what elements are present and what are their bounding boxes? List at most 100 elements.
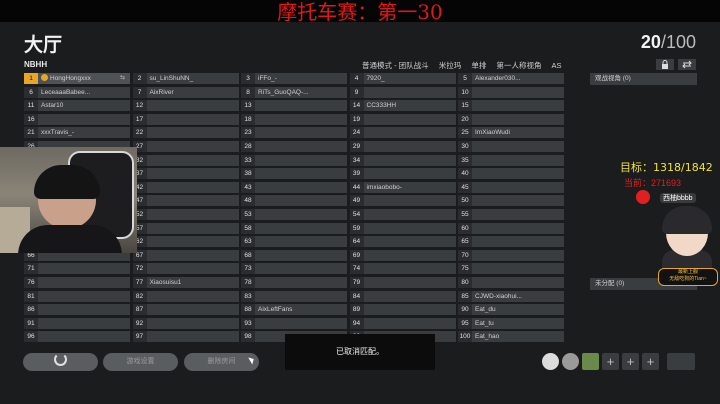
player-slot[interactable]: 4 7920_	[349, 73, 456, 84]
player-slot[interactable]: 29	[349, 141, 456, 152]
player-slot[interactable]: 87	[132, 304, 239, 316]
player-slot[interactable]: 83	[241, 290, 347, 302]
player-slot[interactable]: 49	[349, 195, 456, 207]
mute-icon[interactable]	[562, 353, 579, 370]
player-slot[interactable]: 35	[458, 154, 564, 166]
player-slot[interactable]: 70	[458, 249, 564, 261]
delete-lobby-button[interactable]: 删除房间	[184, 353, 259, 371]
player-slot[interactable]: 73	[241, 263, 347, 275]
player-slot[interactable]: 67	[132, 249, 239, 261]
player-slot[interactable]: 17	[132, 113, 239, 125]
player-slot[interactable]: 58	[241, 222, 347, 234]
player-slot[interactable]: 11 Astar10	[24, 100, 130, 112]
player-slot[interactable]: 81	[24, 290, 130, 302]
player-slot[interactable]: 42	[132, 181, 239, 193]
player-slot[interactable]: 33	[241, 154, 347, 166]
player-slot[interactable]: 90 Eat_du	[458, 304, 564, 316]
player-slot[interactable]: 28	[241, 141, 347, 152]
player-slot[interactable]: 74	[349, 263, 456, 275]
player-slot[interactable]: 59	[349, 222, 456, 234]
player-slot[interactable]: 91	[24, 317, 130, 329]
player-avatar[interactable]	[582, 353, 599, 370]
player-slot[interactable]: 45	[458, 181, 564, 193]
player-slot[interactable]: 78	[241, 277, 347, 288]
player-slot[interactable]: 23	[241, 127, 347, 139]
player-slot[interactable]: 77 Xiaosuisu1	[132, 277, 239, 288]
player-slot[interactable]: 55	[458, 209, 564, 220]
player-slot[interactable]: 100 Eat_hao	[458, 331, 564, 343]
player-slot[interactable]: 12	[132, 100, 239, 112]
player-slot[interactable]: 80	[458, 277, 564, 288]
player-slot[interactable]: 53	[241, 209, 347, 220]
player-slot[interactable]: 75	[458, 263, 564, 275]
player-slot[interactable]: 92	[132, 317, 239, 329]
player-slot[interactable]: 57	[132, 222, 239, 234]
player-slot[interactable]: 82	[132, 290, 239, 302]
squad-icon[interactable]	[667, 353, 695, 370]
player-slot[interactable]: 38	[241, 168, 347, 180]
player-slot[interactable]: 27	[132, 141, 239, 152]
player-slot[interactable]: 25 ImXiaoWudi	[458, 127, 564, 139]
player-slot[interactable]: 96	[24, 331, 130, 343]
player-slot[interactable]: 95 Eat_tu	[458, 317, 564, 329]
player-slot[interactable]: 16	[24, 113, 130, 125]
player-slot[interactable]: 52	[132, 209, 239, 220]
player-slot[interactable]: 1 HongHongxxx ⇆	[24, 73, 130, 84]
player-slot[interactable]: 60	[458, 222, 564, 234]
player-slot[interactable]: 5 Alexander030...	[458, 73, 564, 84]
player-slot[interactable]: 72	[132, 263, 239, 275]
player-slot[interactable]: 76	[24, 277, 130, 288]
spectator-panel-header[interactable]: 观战视角 (0)	[590, 73, 697, 85]
player-slot[interactable]: 20	[458, 113, 564, 125]
player-slot[interactable]: 93	[241, 317, 347, 329]
player-slot[interactable]: 30	[458, 141, 564, 152]
player-slot[interactable]: 65	[458, 236, 564, 248]
player-slot[interactable]: 97	[132, 331, 239, 343]
add-friend-1-icon[interactable]: +	[602, 353, 619, 370]
swap-button[interactable]	[678, 59, 696, 70]
player-slot[interactable]: 40	[458, 168, 564, 180]
lock-button[interactable]	[656, 59, 674, 70]
player-slot[interactable]: 54	[349, 209, 456, 220]
player-slot[interactable]: 47	[132, 195, 239, 207]
player-slot[interactable]: 37	[132, 168, 239, 180]
player-slot[interactable]: 69	[349, 249, 456, 261]
player-slot[interactable]: 32	[132, 154, 239, 166]
player-slot[interactable]: 19	[349, 113, 456, 125]
player-slot[interactable]: 9	[349, 86, 456, 98]
player-slot[interactable]: 3 iFFo_-	[241, 73, 347, 84]
game-settings-button[interactable]: 游戏设置	[103, 353, 178, 371]
player-slot[interactable]: 88 AixLeftFans	[241, 304, 347, 316]
add-friend-2-icon[interactable]: +	[622, 353, 639, 370]
player-slot[interactable]: 63	[241, 236, 347, 248]
player-slot[interactable]: 48	[241, 195, 347, 207]
player-slot[interactable]: 68	[241, 249, 347, 261]
player-slot[interactable]: 44 imxiaobobo-	[349, 181, 456, 193]
player-slot[interactable]: 86	[24, 304, 130, 316]
player-slot[interactable]: 7 AixRiver	[132, 86, 239, 98]
matching-spinner-button[interactable]	[23, 353, 98, 371]
player-slot[interactable]: 6 LeceaaaBabee...	[24, 86, 130, 98]
player-slot[interactable]: 18	[241, 113, 347, 125]
player-slot[interactable]: 34	[349, 154, 456, 166]
player-slot[interactable]: 8 RiTs_GuoQAQ-...	[241, 86, 347, 98]
player-slot[interactable]: 71	[24, 263, 130, 275]
player-slot[interactable]: 39	[349, 168, 456, 180]
player-slot[interactable]: 43	[241, 181, 347, 193]
player-slot[interactable]: 21 xxxTravis_-	[24, 127, 130, 139]
player-slot[interactable]: 15	[458, 100, 564, 112]
player-slot[interactable]: 13	[241, 100, 347, 112]
player-slot[interactable]: 50	[458, 195, 564, 207]
add-friend-3-icon[interactable]: +	[642, 353, 659, 370]
player-slot[interactable]: 10	[458, 86, 564, 98]
chat-icon[interactable]	[542, 353, 559, 370]
player-slot[interactable]: 22	[132, 127, 239, 139]
player-slot[interactable]: 14 CC333HH	[349, 100, 456, 112]
player-slot[interactable]: 62	[132, 236, 239, 248]
player-slot[interactable]: 64	[349, 236, 456, 248]
player-slot[interactable]: 84	[349, 290, 456, 302]
player-slot[interactable]: 85 CJWD-xiaohui...	[458, 290, 564, 302]
player-slot[interactable]: 2 su_LinShuNN_	[132, 73, 239, 84]
player-slot[interactable]: 89	[349, 304, 456, 316]
player-slot[interactable]: 94	[349, 317, 456, 329]
